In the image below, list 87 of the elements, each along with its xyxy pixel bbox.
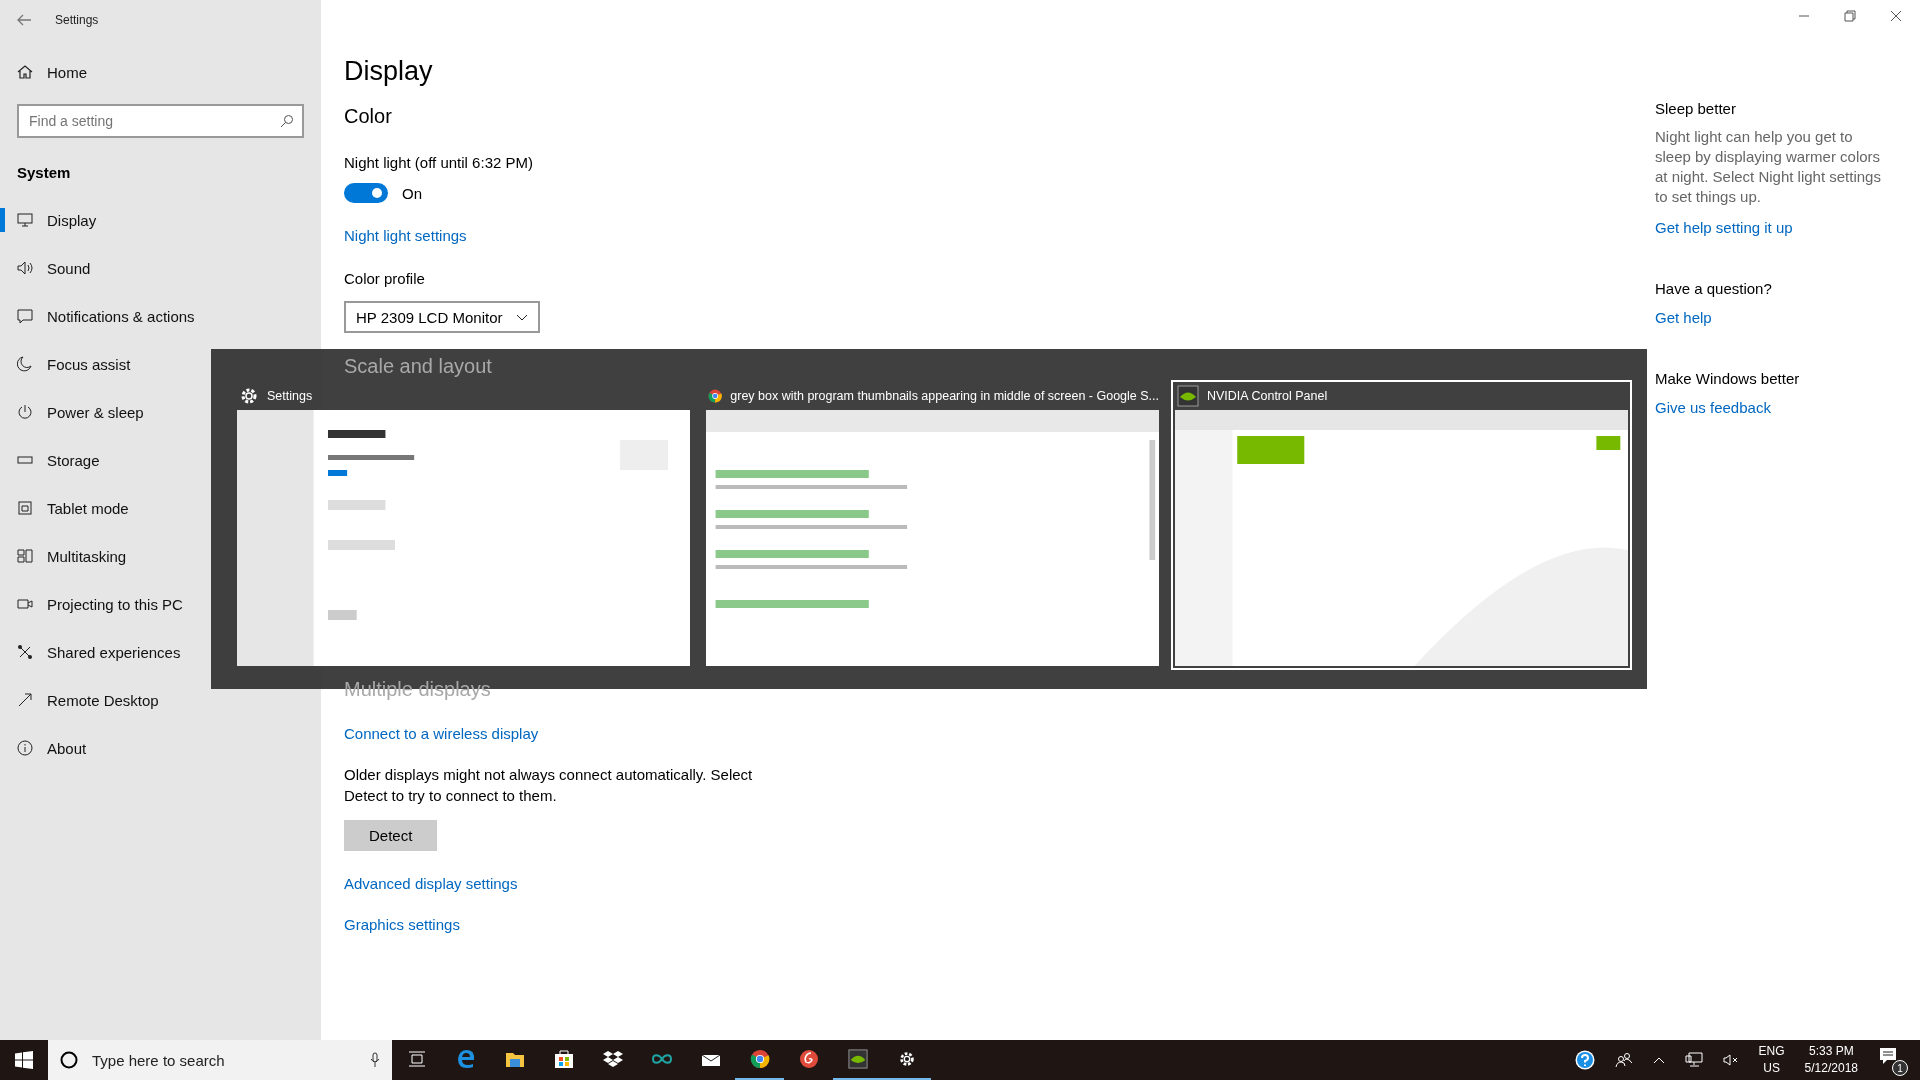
taskbar-search-field[interactable]: Type here to search (48, 1040, 392, 1080)
cortana-icon (60, 1051, 78, 1069)
sidebar-item[interactable]: Sound (0, 244, 99, 292)
window-title: Settings (55, 13, 99, 27)
windows-logo-icon[interactable] (15, 1051, 33, 1069)
profile-dropdown[interactable]: HP 2309 LCD Monitor (344, 301, 541, 333)
window-thumbnail[interactable]: grey box with program thumbnails appearing in middle of screen - Google S... (702, 380, 1163, 670)
help-link[interactable]: Get help setting it up (1655, 218, 1793, 236)
box-icon (602, 1050, 623, 1068)
graphics-link[interactable]: Graphics settings (344, 916, 460, 933)
infinity-icon (650, 1053, 673, 1065)
help-text: Night light can help you get to sleep by displaying warmer colors at night. Select Night light settings to set things up. (1655, 127, 1882, 207)
microphone-icon[interactable] (370, 1052, 380, 1068)
toggle-switch[interactable] (344, 183, 388, 203)
spiral-icon (798, 1049, 819, 1069)
eye-logo-icon (1177, 385, 1199, 407)
chevron-up-icon[interactable] (1652, 1056, 1665, 1064)
help-link[interactable]: Give us feedback (1655, 398, 1771, 416)
setting-label: Night light (off until 6:32 PM) (344, 154, 533, 171)
section-heading: Color (344, 105, 392, 128)
sidebar-item[interactable]: Tablet mode (0, 484, 137, 532)
restore-icon[interactable] (1844, 10, 1856, 22)
section-heading: System (16, 162, 72, 183)
window-thumbnail[interactable]: Settings (233, 380, 694, 670)
people-icon[interactable] (1614, 1052, 1633, 1068)
remote-icon (17, 692, 33, 708)
browser-icon (749, 1049, 770, 1069)
wireless-link[interactable]: Connect to a wireless display (344, 725, 539, 742)
eye-logo-icon (847, 1049, 868, 1069)
speaker-icon (17, 260, 33, 276)
sidebar-item[interactable]: Display (0, 196, 105, 244)
advanced-link[interactable]: Advanced display settings (344, 875, 518, 892)
moon-icon (17, 356, 33, 372)
sidebar-item[interactable]: Notifications & actions (0, 292, 203, 340)
page-title: Display (344, 56, 433, 87)
clock[interactable]: 5:33 PM 5/12/2018 (1804, 1043, 1858, 1077)
window-name: NVIDIA Control Panel (1207, 389, 1328, 403)
tablet-icon (17, 500, 33, 516)
power-icon (17, 404, 33, 420)
window-thumbnail[interactable]: NVIDIA Control Panel (1171, 380, 1632, 670)
notification-icon[interactable] (1878, 1046, 1898, 1066)
projector-icon (17, 596, 33, 612)
help-heading: Have a question? (1655, 279, 1772, 297)
sidebar-item[interactable]: Shared experiences (0, 628, 189, 676)
help-link[interactable]: Get help (1655, 308, 1712, 326)
sidebar-item[interactable]: Focus assist (0, 340, 139, 388)
close-icon[interactable] (1890, 10, 1902, 22)
help-icon[interactable] (1574, 1050, 1595, 1070)
setting-label: Color profile (344, 270, 425, 287)
back-icon[interactable] (17, 14, 31, 26)
monitor-icon (17, 212, 33, 228)
gear-icon (239, 386, 259, 406)
window-name: Settings (267, 389, 313, 403)
sidebar-item[interactable]: Projecting to this PC (0, 580, 191, 628)
settings-link[interactable]: Night light settings (344, 227, 467, 244)
info-icon (17, 740, 33, 756)
sidebar-item[interactable]: Power & sleep (0, 388, 152, 436)
sidebar-item[interactable]: Storage (0, 436, 108, 484)
task-view-icon (407, 1051, 426, 1067)
sidebar-item[interactable]: Multitasking (0, 532, 135, 580)
windows-icon (17, 548, 33, 564)
toggle-state: On (402, 184, 422, 202)
home-item[interactable]: Home (0, 52, 95, 92)
muted-speaker-icon[interactable] (1722, 1053, 1739, 1067)
chevron-icon (516, 313, 529, 321)
help-heading: Sleep better (1655, 100, 1736, 117)
search-input[interactable]: Type here to search (90, 1050, 358, 1070)
language-indicator[interactable]: ENG US (1758, 1043, 1785, 1077)
section-heading: Scale and layout (344, 355, 492, 378)
help-heading: Make Windows better (1655, 369, 1800, 387)
shopping-bag-icon (553, 1049, 574, 1069)
search-input[interactable]: Find a setting (27, 112, 280, 130)
gear-icon (897, 1050, 916, 1068)
sidebar-item[interactable]: Remote Desktop (0, 676, 167, 724)
search-field[interactable]: Find a setting (17, 104, 304, 138)
sidebar-item[interactable]: About (0, 724, 95, 772)
message-icon (17, 308, 33, 324)
window-name: grey box with program thumbnails appearing in middle of screen - Google S... (730, 389, 1159, 403)
detect-button[interactable]: Detect (344, 820, 438, 851)
browser-e-icon (455, 1049, 476, 1069)
info-text: Older displays might not always connect automatically. Select Detect to try to connect to them. (344, 765, 754, 806)
home-icon (17, 64, 33, 80)
search-icon (280, 114, 294, 128)
folder-icon (504, 1050, 525, 1068)
network-icon[interactable] (1684, 1052, 1703, 1068)
share-icon (17, 644, 33, 660)
notification-count: 1 (1892, 1060, 1908, 1076)
